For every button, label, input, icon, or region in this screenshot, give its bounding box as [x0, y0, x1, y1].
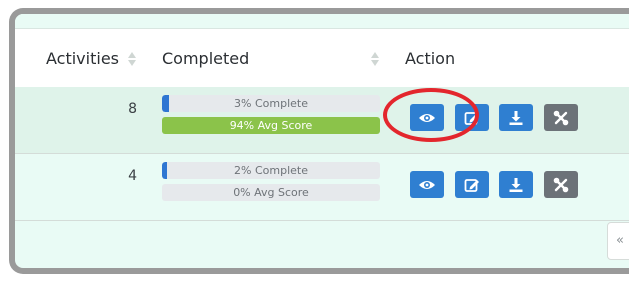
edit-icon [464, 178, 479, 192]
annotation-circle [383, 88, 479, 142]
activities-count: 4 [128, 168, 137, 184]
table-row: 8 3% Complete 94% Avg Score [15, 87, 629, 154]
screenshot-frame: Activities Completed Action 8 3% Complet… [9, 8, 629, 274]
download-button[interactable] [499, 104, 533, 131]
score-label: 0% Avg Score [233, 186, 309, 199]
score-bar: 94% Avg Score [162, 117, 380, 134]
download-icon [509, 110, 523, 125]
table-header: Activities Completed Action [15, 28, 629, 88]
eye-icon [419, 180, 435, 189]
progress-bar: 3% Complete [162, 95, 380, 112]
header-activities[interactable]: Activities [46, 49, 119, 68]
top-strip [15, 14, 629, 28]
unlink-button[interactable] [544, 171, 578, 198]
activities-count: 8 [128, 101, 137, 117]
sort-completed-icon[interactable] [371, 52, 379, 66]
score-bar: 0% Avg Score [162, 184, 380, 201]
edit-button[interactable] [455, 171, 489, 198]
unlink-button[interactable] [544, 104, 578, 131]
progress-fill [162, 95, 169, 112]
download-button[interactable] [499, 171, 533, 198]
progress-fill [162, 162, 167, 179]
table-row: 4 2% Complete 0% Avg Score [15, 154, 629, 221]
pagination-prev-button[interactable]: « [607, 222, 629, 260]
view-button[interactable] [410, 171, 444, 198]
unlink-icon [553, 110, 569, 125]
sort-activities-icon[interactable] [128, 52, 136, 66]
progress-label: 2% Complete [234, 164, 308, 177]
download-icon [509, 177, 523, 192]
progress-bar: 2% Complete [162, 162, 380, 179]
unlink-icon [553, 177, 569, 192]
score-label: 94% Avg Score [229, 119, 313, 132]
header-completed[interactable]: Completed [162, 49, 249, 68]
header-action: Action [405, 49, 456, 68]
progress-label: 3% Complete [234, 97, 308, 110]
